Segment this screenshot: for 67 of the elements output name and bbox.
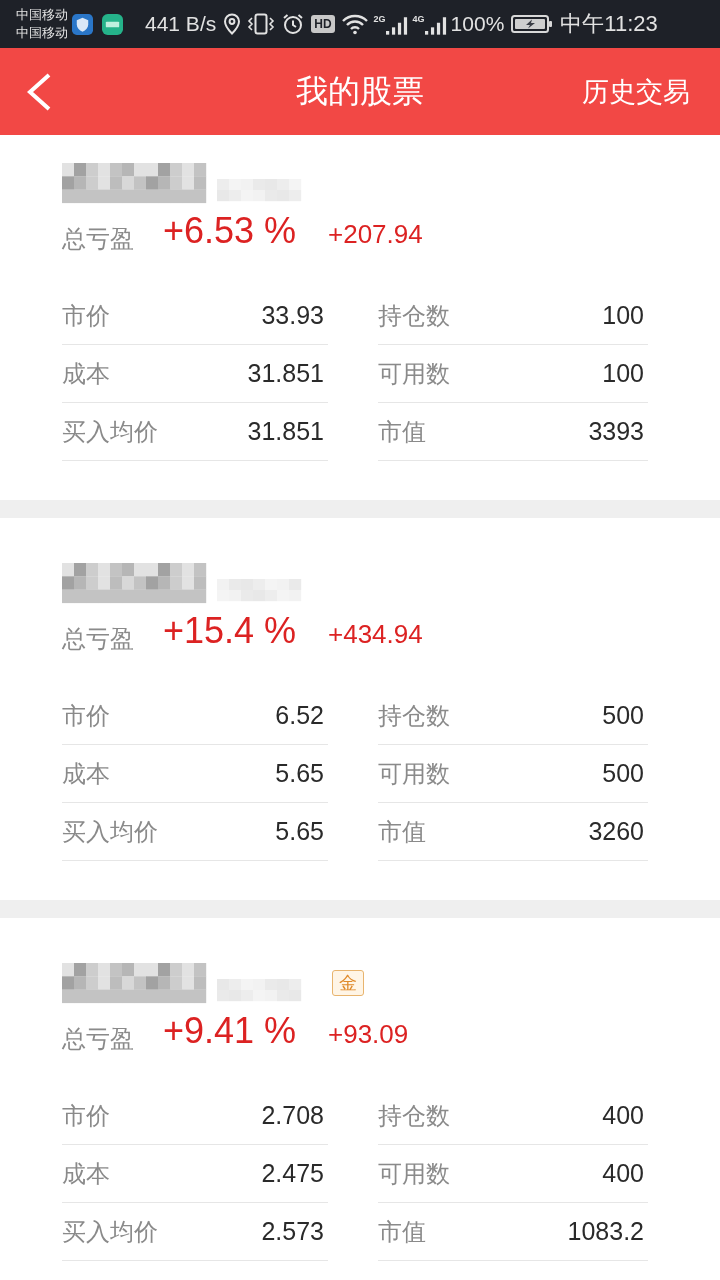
app-icon	[102, 13, 123, 35]
battery-percent: 100%	[450, 12, 505, 36]
stat-value: 31.851	[247, 359, 324, 388]
stat-value: 400	[602, 1159, 644, 1188]
shield-icon	[72, 13, 93, 35]
battery-charging-icon	[511, 14, 554, 34]
stat-value: 400	[602, 1101, 644, 1130]
total-percent: +9.41 %	[163, 1010, 298, 1052]
stat-label: 成本	[62, 1158, 110, 1189]
clock-time: 中午11:23	[560, 10, 658, 38]
stat-value: 500	[602, 759, 644, 788]
total-amount: +93.09	[328, 1019, 409, 1050]
stat-value: 31.851	[247, 417, 324, 446]
stat-value: 33.93	[261, 301, 324, 330]
stat-label: 可用数	[378, 358, 450, 389]
stat-label: 持仓数	[378, 700, 450, 731]
carrier-name: 中国移动	[16, 6, 68, 24]
stat-label: 持仓数	[378, 300, 450, 331]
stat-value: 3393	[588, 417, 644, 446]
network-type-label: 2G	[373, 13, 386, 24]
stat-label: 市价	[62, 300, 110, 331]
alarm-clock-icon	[282, 13, 305, 35]
stat-label: 市值	[378, 816, 426, 847]
stat-value: 5.65	[275, 817, 324, 846]
tag-badge: 金	[332, 970, 364, 996]
signal-icon	[385, 15, 408, 35]
total-percent: +6.53 %	[163, 210, 298, 252]
stat-label: 可用数	[378, 758, 450, 789]
stat-label: 买入均价	[62, 416, 158, 447]
stat-label: 市价	[62, 1100, 110, 1131]
total-label: 总亏盈	[62, 1024, 135, 1054]
network-type-label: 4G	[412, 13, 425, 24]
stat-value: 1083.2	[567, 1217, 644, 1246]
wifi-icon	[340, 13, 369, 35]
vibrate-icon	[247, 13, 276, 35]
total-percent: +15.4 %	[163, 610, 298, 652]
stat-label: 买入均价	[62, 816, 158, 847]
stat-label: 成本	[62, 358, 110, 389]
stat-value: 2.708	[261, 1101, 324, 1130]
stat-value: 2.475	[261, 1159, 324, 1188]
signal-icon	[424, 15, 447, 35]
net-speed: 441 B/s	[145, 12, 217, 36]
stat-value: 100	[602, 301, 644, 330]
carrier-name: 中国移动	[16, 24, 68, 42]
stat-value: 100	[602, 359, 644, 388]
stat-label: 买入均价	[62, 1216, 158, 1247]
stat-value: 6.52	[275, 701, 324, 730]
stat-label: 市价	[62, 700, 110, 731]
stat-label: 市值	[378, 1216, 426, 1247]
location-pin-icon	[223, 13, 242, 35]
stat-value: 500	[602, 701, 644, 730]
chevron-left-icon	[26, 72, 52, 111]
total-amount: +434.94	[328, 619, 423, 650]
back-button[interactable]	[26, 72, 52, 111]
stat-label: 可用数	[378, 1158, 450, 1189]
page-title: 我的股票	[296, 71, 424, 111]
stat-value: 2.573	[261, 1217, 324, 1246]
stat-label: 成本	[62, 758, 110, 789]
stat-label: 市值	[378, 416, 426, 447]
history-button[interactable]: 历史交易	[582, 73, 690, 110]
stat-label: 持仓数	[378, 1100, 450, 1131]
hd-indicator: HD	[311, 15, 335, 33]
total-label: 总亏盈	[62, 224, 135, 254]
stat-value: 3260	[588, 817, 644, 846]
total-amount: +207.94	[328, 219, 423, 250]
stat-value: 5.65	[275, 759, 324, 788]
total-label: 总亏盈	[62, 624, 135, 654]
